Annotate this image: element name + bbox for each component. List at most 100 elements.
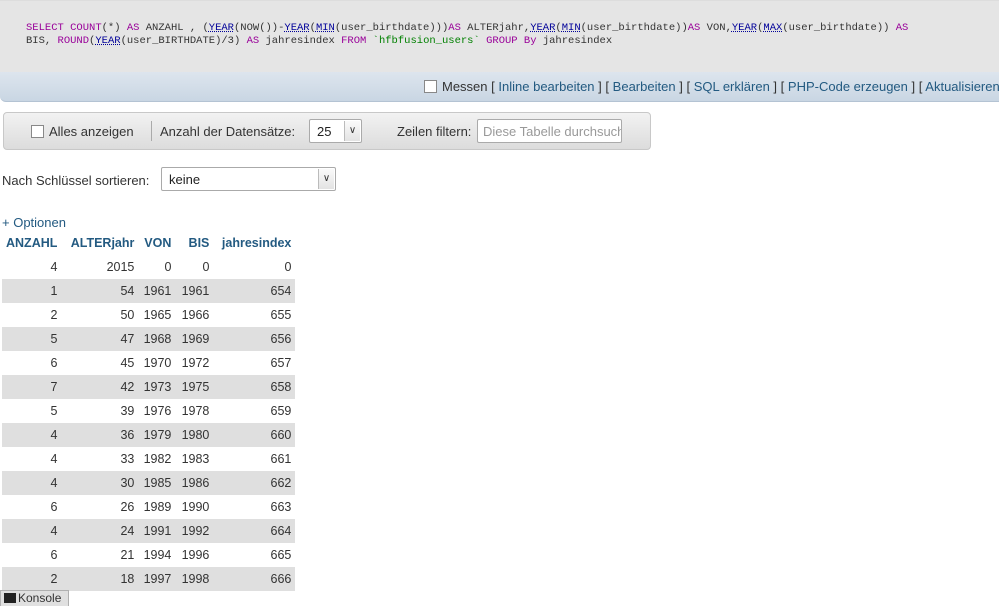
sql-line-1: SELECT COUNT(*) AS ANZAHL , (YEAR(NOW())… <box>26 22 996 35</box>
sql-token: ALTERjahr, <box>460 22 531 34</box>
column-header[interactable]: ANZAHL <box>2 230 62 255</box>
sql-token: AS <box>687 22 701 34</box>
table-row[interactable]: 4 36 1979 1980 660 <box>2 423 296 447</box>
show-all-label: Alles anzeigen <box>49 124 134 139</box>
sql-token: jahresindex <box>259 35 342 47</box>
sql-token: (NOW())- <box>233 22 285 34</box>
table-row[interactable]: 5 39 1976 1978 659 <box>2 399 296 423</box>
table-row[interactable]: 4 30 1985 1986 662 <box>2 471 296 495</box>
sql-token: AS <box>448 22 461 34</box>
table-cell: 659 <box>213 399 296 423</box>
table-row[interactable]: 5 47 1968 1969 656 <box>2 327 296 351</box>
sql-token: (user_birthdate))) <box>334 22 449 34</box>
table-row[interactable]: 2 18 1997 1998 666 <box>2 567 296 591</box>
refresh-link[interactable]: Aktualisieren <box>925 79 999 94</box>
table-cell: 36 <box>61 423 139 447</box>
table-row[interactable]: 6 21 1994 1996 665 <box>2 543 296 567</box>
sql-token: (user_BIRTHDATE)/3) <box>120 35 247 47</box>
filter-label: Zeilen filtern: <box>397 124 472 139</box>
sort-by-key-select[interactable]: keine ∨ <box>161 167 336 191</box>
bracket: [ <box>491 79 495 94</box>
table-cell: 47 <box>61 327 139 351</box>
bracket: [ <box>918 79 923 94</box>
sql-token: YEAR <box>284 22 310 34</box>
results-table: ANZAHL ALTERjahr VON BIS jahresindex 4 20… <box>2 230 296 591</box>
table-cell: 663 <box>213 495 296 519</box>
table-cell: 1992 <box>175 519 214 543</box>
sql-token: VON, <box>700 22 732 34</box>
table-cell: 0 <box>175 255 214 279</box>
sql-token: (user_birthdate)) <box>580 22 688 34</box>
divider <box>151 121 152 141</box>
explain-sql-link[interactable]: SQL erklären <box>694 79 770 94</box>
table-row[interactable]: 7 42 1973 1975 658 <box>2 375 296 399</box>
table-cell: 0 <box>213 255 296 279</box>
show-all-checkbox[interactable] <box>31 125 44 138</box>
table-cell: 4 <box>2 447 62 471</box>
filter-input[interactable]: Diese Tabelle durchsuchen <box>477 119 622 143</box>
sql-token: AS <box>246 35 260 47</box>
sort-by-key-value: keine <box>169 172 201 187</box>
table-cell: 657 <box>213 351 296 375</box>
table-row[interactable]: 2 50 1965 1966 655 <box>2 303 296 327</box>
sql-token: GROUP <box>486 35 518 47</box>
table-cell: 655 <box>213 303 296 327</box>
table-cell: 26 <box>61 495 139 519</box>
table-cell: 2 <box>2 567 62 591</box>
table-cell: 1978 <box>175 399 214 423</box>
table-cell: 664 <box>213 519 296 543</box>
table-row[interactable]: 4 24 1991 1992 664 <box>2 519 296 543</box>
edit-link[interactable]: Bearbeiten <box>613 79 676 94</box>
table-cell: 1961 <box>175 279 214 303</box>
sql-token: (user_birthdate)) <box>782 22 896 34</box>
table-row[interactable]: 1 54 1961 1961 654 <box>2 279 296 303</box>
table-cell: 5 <box>2 399 62 423</box>
console-icon <box>4 593 16 603</box>
console-tab[interactable]: Konsole <box>0 590 69 606</box>
table-cell: 654 <box>213 279 296 303</box>
column-header[interactable]: VON <box>138 230 176 255</box>
sql-code: SELECT COUNT(*) AS ANZAHL , (YEAR(NOW())… <box>26 22 996 48</box>
column-header[interactable]: ALTERjahr <box>61 230 139 255</box>
table-header-row: ANZAHL ALTERjahr VON BIS jahresindex <box>2 230 296 255</box>
bracket: ] <box>911 79 916 94</box>
options-toggle-link[interactable]: + Optionen <box>2 215 66 230</box>
table-cell: 1966 <box>175 303 214 327</box>
table-cell: 1970 <box>138 351 176 375</box>
row-count-label: Anzahl der Datensätze: <box>160 124 296 139</box>
bracket: [ <box>686 79 691 94</box>
table-cell: 33 <box>61 447 139 471</box>
table-row[interactable]: 4 33 1982 1983 661 <box>2 447 296 471</box>
table-cell: 54 <box>61 279 139 303</box>
table-cell: 658 <box>213 375 296 399</box>
sql-query-box[interactable]: SELECT COUNT(*) AS ANZAHL , (YEAR(NOW())… <box>0 0 999 72</box>
table-row[interactable]: 6 45 1970 1972 657 <box>2 351 296 375</box>
sql-token: FROM <box>341 35 367 47</box>
column-header[interactable]: jahresindex <box>213 230 296 255</box>
chevron-down-icon: ∨ <box>344 121 360 141</box>
table-cell: 1996 <box>175 543 214 567</box>
table-row[interactable]: 4 2015 0 0 0 <box>2 255 296 279</box>
row-count-select[interactable]: 25 ∨ <box>309 119 362 143</box>
sql-token: MAX <box>763 22 783 34</box>
table-cell: 1972 <box>175 351 214 375</box>
table-cell: 656 <box>213 327 296 351</box>
show-all-control[interactable]: Alles anzeigen <box>31 124 134 139</box>
php-code-link[interactable]: PHP-Code erzeugen <box>788 79 908 94</box>
table-cell: 2015 <box>61 255 139 279</box>
sql-token: By <box>523 35 537 47</box>
table-cell: 1973 <box>138 375 176 399</box>
bracket: [ <box>605 79 610 94</box>
table-cell: 1976 <box>138 399 176 423</box>
table-row[interactable]: 6 26 1989 1990 663 <box>2 495 296 519</box>
query-result-page: SELECT COUNT(*) AS ANZAHL , (YEAR(NOW())… <box>0 0 999 606</box>
column-header[interactable]: BIS <box>175 230 214 255</box>
sql-token: AS <box>126 22 140 34</box>
profiling-label: Messen <box>442 79 488 94</box>
table-cell: 666 <box>213 567 296 591</box>
table-cell: 4 <box>2 255 62 279</box>
table-cell: 5 <box>2 327 62 351</box>
sql-token: YEAR <box>208 22 234 34</box>
profiling-checkbox[interactable] <box>424 80 437 93</box>
inline-edit-link[interactable]: Inline bearbeiten <box>498 79 594 94</box>
